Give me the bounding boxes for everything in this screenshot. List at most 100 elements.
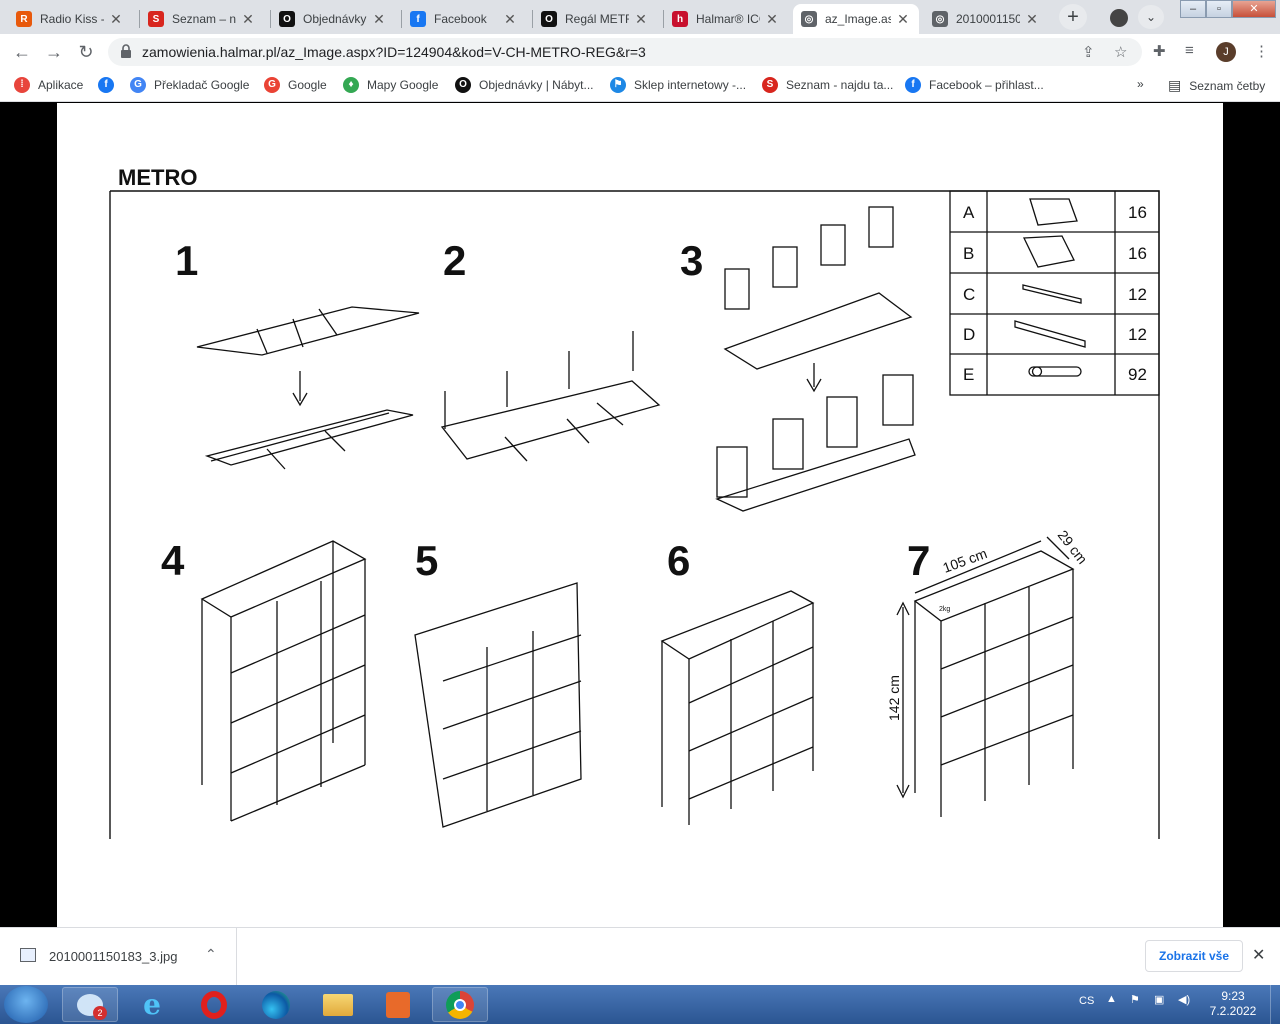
taskbar-app-chat[interactable]: 2 (62, 987, 118, 1022)
bookmark-label: Aplikace (38, 78, 84, 92)
taskbar-app-ie[interactable]: e (124, 987, 180, 1022)
radio-icon: R (16, 11, 32, 27)
bookmark-8[interactable]: S Seznam - najdu ta... (762, 77, 893, 93)
close-tab-icon[interactable]: ✕ (108, 11, 124, 28)
close-tab-icon[interactable]: ✕ (371, 11, 387, 28)
more-bookmarks-chevron-icon[interactable]: » (1137, 77, 1144, 91)
tab-title: Objednávky (303, 12, 367, 26)
maximize-button[interactable]: ▫ (1206, 0, 1232, 18)
close-window-button[interactable]: ✕ (1232, 0, 1276, 18)
media-player-icon (386, 991, 410, 1018)
tab-6[interactable]: h Halmar® ICO ✕ (664, 4, 788, 34)
volume-icon[interactable]: ◀) (1178, 993, 1190, 1006)
close-tab-icon[interactable]: ✕ (502, 11, 518, 28)
assembly-diagram: METRO 1 2 3 4 5 6 7 A 16 B 16 C 12 D 12 … (109, 165, 1160, 839)
facebook-icon: f (98, 77, 114, 93)
bookmark-label: Mapy Google (367, 78, 439, 92)
profile-avatar[interactable]: J (1216, 42, 1236, 62)
close-tab-icon[interactable]: ✕ (633, 11, 649, 28)
tray-expand-icon[interactable]: ▲ (1106, 993, 1117, 1005)
internet-explorer-icon: e (143, 988, 161, 1021)
step-3-number: 3 (680, 237, 703, 284)
bookmark-1[interactable]: ⁞ Aplikace (14, 77, 83, 93)
tab-8[interactable]: ◎ 2010001150 ✕ (924, 4, 1048, 34)
bookmark-label: Seznam - najdu ta... (786, 78, 894, 92)
menu-kebab-icon[interactable]: ⋮ (1254, 42, 1269, 60)
action-center-flag-icon[interactable]: ⚑ (1130, 993, 1140, 1006)
tab-7[interactable]: ◎ az_Image.asp ✕ (793, 4, 919, 34)
maps-pin-icon: ♦ (343, 77, 359, 93)
folder-icon (323, 993, 353, 1016)
close-tab-icon[interactable]: ✕ (895, 11, 911, 28)
taskbar-app-edge[interactable] (248, 987, 304, 1022)
taskbar-app-chrome[interactable] (432, 987, 488, 1022)
bookmark-star-icon[interactable]: ☆ (1114, 43, 1127, 61)
reload-button[interactable]: ↻ (74, 40, 98, 64)
tab-title: Seznam – na (172, 12, 236, 26)
tab-3[interactable]: O Objednávky ✕ (271, 4, 395, 34)
forward-button[interactable]: → (42, 40, 66, 64)
bookmark-6[interactable]: O Objednávky | Nábyt... (455, 77, 594, 93)
bookmark-5[interactable]: ♦ Mapy Google (343, 77, 438, 93)
bookmark-2[interactable]: f (98, 77, 122, 93)
bookmark-9[interactable]: f Facebook – přihlast... (905, 77, 1044, 93)
show-all-downloads-button[interactable]: Zobrazit vše (1145, 940, 1243, 972)
taskbar-app-media[interactable] (370, 987, 426, 1022)
close-tab-icon[interactable]: ✕ (240, 11, 256, 28)
part-e-letter: E (963, 365, 974, 384)
part-a-qty: 16 (1128, 203, 1147, 222)
profile-dot-icon[interactable] (1110, 9, 1128, 27)
bookmark-label: Sklep internetowy -... (634, 78, 747, 92)
input-language[interactable]: CS (1079, 995, 1094, 1007)
step-2-number: 2 (443, 237, 466, 284)
close-tab-icon[interactable]: ✕ (764, 11, 780, 28)
step-7-number: 7 (907, 537, 930, 584)
facebook-icon: f (905, 77, 921, 93)
reading-list-button[interactable]: ▤ Seznam četby (1168, 77, 1265, 94)
browser-toolbar: ← → ↻ zamowienia.halmar.pl/az_Image.aspx… (0, 34, 1280, 70)
tab-title: Regál METR (565, 12, 629, 26)
bookmark-label: Objednávky | Nábyt... (479, 78, 594, 92)
dim-depth-label: 29 cm (1055, 527, 1091, 567)
minimize-button[interactable]: – (1180, 0, 1206, 18)
extensions-puzzle-icon[interactable]: ✚ (1153, 42, 1166, 60)
tab-title: Facebook (434, 12, 487, 26)
share-icon[interactable]: ⇪ (1082, 43, 1095, 61)
tab-title: Radio Kiss - (40, 12, 104, 26)
bookmark-label: Google (288, 78, 327, 92)
download-item[interactable]: 2010001150183_3.jpg ⌃ (0, 928, 237, 985)
chevron-up-icon[interactable]: ⌃ (205, 946, 217, 963)
system-clock[interactable]: 9:23 7.2.2022 (1208, 989, 1258, 1019)
clock-time: 9:23 (1221, 989, 1245, 1003)
tab-2[interactable]: S Seznam – na ✕ (140, 4, 264, 34)
taskbar-app-opera[interactable] (186, 987, 242, 1022)
close-downloads-icon[interactable]: ✕ (1252, 945, 1265, 965)
close-tab-icon[interactable]: ✕ (1024, 11, 1040, 28)
downloads-bar: 2010001150183_3.jpg ⌃ Zobrazit vše ✕ (0, 927, 1280, 985)
tab-1[interactable]: R Radio Kiss - ✕ (8, 4, 132, 34)
bookmark-7[interactable]: ⚑ Sklep internetowy -... (610, 77, 746, 93)
edge-icon (262, 990, 290, 1019)
bookmark-4[interactable]: G Google (264, 77, 327, 93)
network-icon[interactable]: ▣ (1154, 993, 1164, 1006)
tab-5[interactable]: O Regál METR ✕ (533, 4, 657, 34)
tab-title: 2010001150 (956, 12, 1020, 26)
address-bar[interactable]: zamowienia.halmar.pl/az_Image.aspx?ID=12… (108, 38, 1142, 66)
step-5-number: 5 (415, 537, 438, 584)
start-button[interactable] (4, 986, 48, 1023)
download-filename: 2010001150183_3.jpg (49, 949, 178, 964)
bookmark-3[interactable]: G Překladač Google (130, 77, 249, 93)
show-desktop-button[interactable] (1270, 985, 1280, 1024)
chrome-icon (446, 990, 474, 1019)
media-queue-icon[interactable]: ≡ (1185, 42, 1194, 59)
taskbar-app-explorer[interactable] (310, 987, 366, 1022)
tab-search-button[interactable]: ⌄ (1138, 5, 1164, 29)
orders-icon: O (541, 11, 557, 27)
tab-strip: R Radio Kiss - ✕ S Seznam – na ✕ O Objednávky ✕… (0, 0, 1280, 34)
part-c-qty: 12 (1128, 285, 1147, 304)
globe-icon: ◎ (801, 11, 817, 27)
tab-4[interactable]: f Facebook ✕ (402, 4, 526, 34)
bookmark-label: Facebook – přihlast... (929, 78, 1044, 92)
new-tab-button[interactable]: + (1059, 4, 1087, 30)
back-button[interactable]: ← (10, 40, 34, 64)
